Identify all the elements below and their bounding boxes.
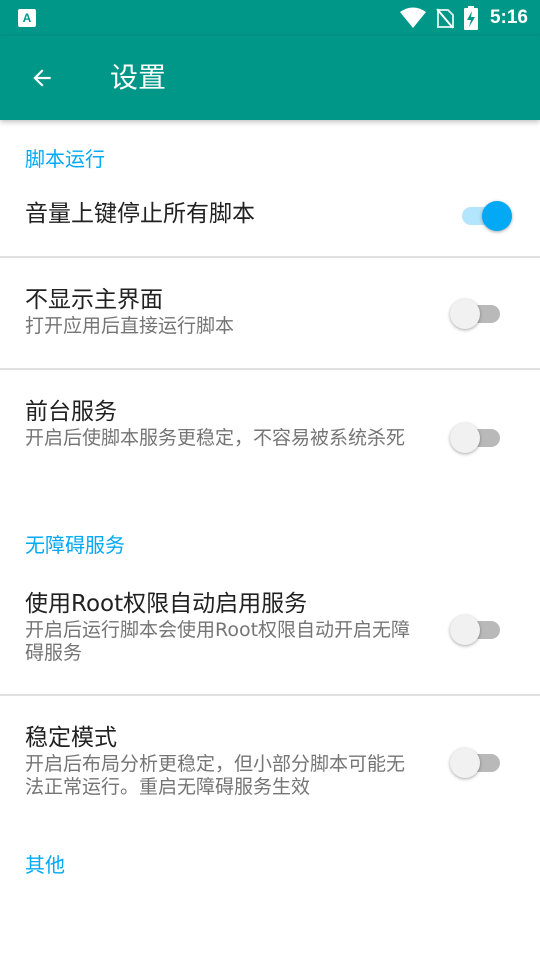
volume-stop-switch[interactable] [462,200,512,231]
arrow-back-icon [33,69,51,87]
pref-stable-mode[interactable]: 稳定模式 开启后布局分析更稳定，但小部分脚本可能无法正常运行。重启无障碍服务生效 [0,696,540,828]
pref-foreground[interactable]: 前台服务 开启后使脚本服务更稳定，不容易被系统杀死 [0,370,540,506]
status-bar: A 5:16 [0,0,540,36]
pref-summary: 开启后运行脚本会使用Root权限自动开启无障碍服务 [25,619,411,664]
pref-summary: 开启后使脚本服务更稳定，不容易被系统杀死 [25,427,406,449]
pref-title: 不显示主界面 [25,287,163,313]
pref-title: 前台服务 [25,399,117,425]
pref-hide-main[interactable]: 不显示主界面 打开应用后直接运行脚本 [0,258,540,368]
pref-title: 使用Root权限自动启用服务 [25,591,308,617]
category-other: 其他 [0,828,540,878]
category-script-run: 脚本运行 [0,120,540,172]
app-bar: 设置 [0,36,540,120]
switch-thumb [450,748,480,778]
switch-thumb [482,201,512,231]
status-icons: 5:16 [399,0,528,36]
switch-thumb [450,299,480,329]
foreground-switch[interactable] [450,422,500,453]
settings-list: 脚本运行 音量上键停止所有脚本 不显示主界面 打开应用后直接运行脚本 前台服务 … [0,120,540,878]
pref-volume-stop[interactable]: 音量上键停止所有脚本 [0,172,540,256]
page-title: 设置 [110,61,167,94]
category-accessibility: 无障碍服务 [0,506,540,558]
switch-thumb [450,423,480,453]
hide-main-switch[interactable] [450,298,500,329]
root-auto-switch[interactable] [450,614,500,645]
battery-charging-icon [463,6,478,30]
pref-root-auto[interactable]: 使用Root权限自动启用服务 开启后运行脚本会使用Root权限自动开启无障碍服务 [0,558,540,694]
back-button[interactable] [20,56,64,100]
pref-title: 稳定模式 [25,725,117,751]
category-label: 脚本运行 [25,147,105,171]
status-time: 5:16 [489,7,528,28]
wifi-icon [399,7,426,28]
pref-title: 音量上键停止所有脚本 [25,201,255,227]
switch-thumb [450,615,480,645]
app-notification-icon: A [18,9,36,27]
pref-summary: 开启后布局分析更稳定，但小部分脚本可能无法正常运行。重启无障碍服务生效 [25,753,406,798]
stable-mode-switch[interactable] [450,747,500,778]
category-label: 其他 [25,853,65,877]
no-sim-icon [436,8,454,29]
category-label: 无障碍服务 [25,533,125,557]
pref-summary: 打开应用后直接运行脚本 [25,315,235,337]
